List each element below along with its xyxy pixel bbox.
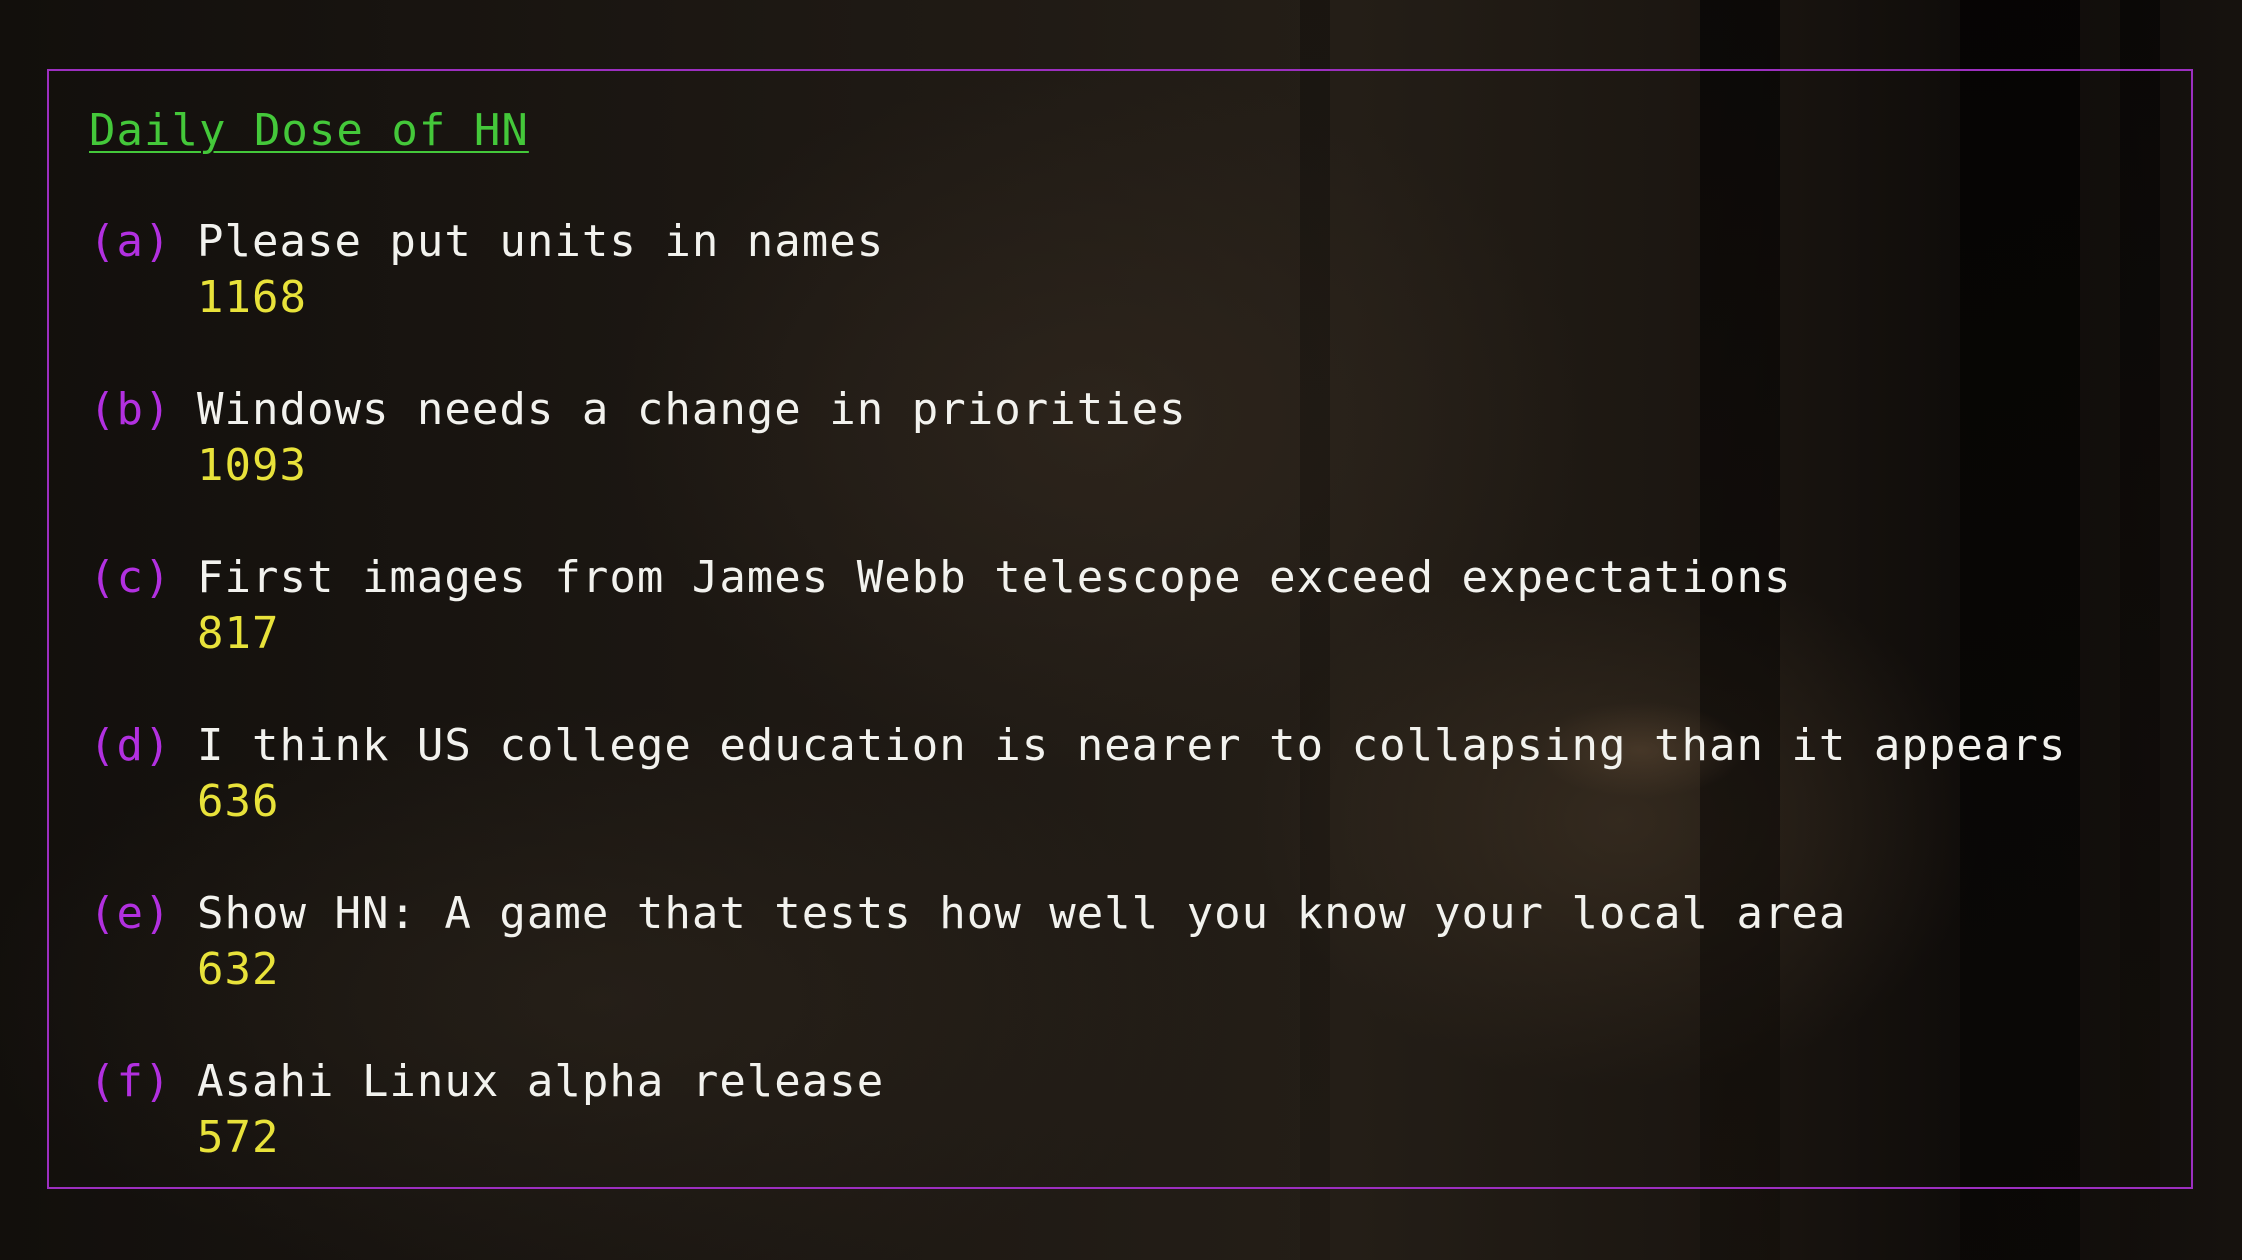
story-title[interactable]: Windows needs a change in priorities [197, 382, 1187, 438]
story-title[interactable]: First images from James Webb telescope e… [197, 550, 1791, 606]
story-letter: (a) [89, 216, 172, 267]
story-letter: (e) [89, 888, 172, 939]
story-points: 632 [197, 944, 280, 995]
story-letter: (f) [89, 1056, 172, 1107]
story-points: 1168 [197, 272, 307, 323]
story-points: 572 [197, 1112, 280, 1163]
story-points: 1093 [197, 440, 307, 491]
story-title[interactable]: Show HN: A game that tests how well you … [197, 886, 1846, 942]
story-letter: (b) [89, 384, 172, 435]
story-letter: (c) [89, 552, 172, 603]
story-letter: (d) [89, 720, 172, 771]
story-points: 636 [197, 776, 280, 827]
story-title[interactable]: I think US college education is nearer t… [197, 718, 2066, 774]
page-title[interactable]: Daily Dose of HN [89, 104, 529, 158]
story-title[interactable]: Please put units in names [197, 214, 884, 270]
story-points: 817 [197, 608, 280, 659]
story-title[interactable]: Asahi Linux alpha release [197, 1054, 884, 1110]
